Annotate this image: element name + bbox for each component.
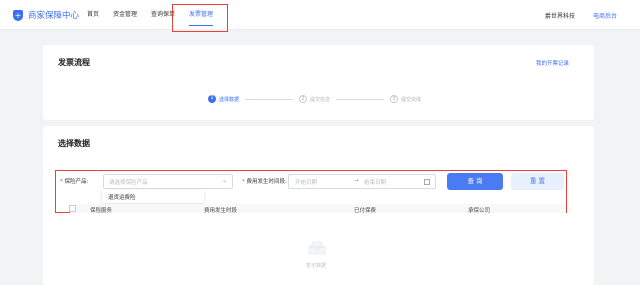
- step-1: 1 选择数据: [208, 95, 239, 103]
- column-insurance-service: 保险服务: [90, 208, 113, 214]
- query-button[interactable]: 查 询: [447, 173, 503, 190]
- step-3-number: 3: [390, 95, 399, 103]
- filter-area: * 保险产品: 请选择保险产品 ⌄ 退货运费险 * 费用发生时间段: 开始日期 …: [55, 170, 567, 214]
- product-label: * 保险产品:: [60, 179, 89, 185]
- step-2: 2 提交信息: [299, 95, 330, 103]
- shield-plus-icon: +: [13, 9, 23, 21]
- start-date-input[interactable]: 开始日期: [295, 178, 317, 186]
- empty-state-text: 暂无数据: [306, 263, 327, 269]
- column-paid-premium: 已付保费: [354, 208, 377, 214]
- dropdown-option[interactable]: 退货运费险: [108, 193, 136, 201]
- highlight-box-nav: [172, 4, 228, 32]
- column-insurer: 承保公司: [468, 208, 491, 214]
- top-navigation-bar: + 商家保障中心 首页 资金管理 查询保单 发票管理 爵世界科技 电商后台: [0, 0, 640, 30]
- select-all-checkbox[interactable]: [69, 205, 76, 212]
- nav-item-home[interactable]: 首页: [87, 0, 99, 30]
- step-2-number: 2: [299, 95, 308, 103]
- empty-inbox-icon: [308, 241, 326, 255]
- step-1-number: 1: [208, 95, 216, 103]
- reset-button[interactable]: 重 置: [511, 173, 564, 190]
- date-range-picker[interactable]: 开始日期 → 结束日期: [288, 174, 436, 189]
- invoice-records-link[interactable]: 我的开票记录: [536, 59, 569, 67]
- step-2-label: 提交信息: [310, 96, 331, 103]
- date-range-separator: →: [354, 178, 359, 184]
- step-connector: [336, 98, 385, 100]
- company-name[interactable]: 爵世界科技: [545, 11, 575, 20]
- product-select-placeholder: 请选择保险产品: [109, 180, 148, 186]
- ecommerce-backend-link[interactable]: 电商后台: [593, 11, 617, 20]
- nav-item-funds[interactable]: 资金管理: [113, 0, 137, 30]
- selection-title: 选择数据: [58, 139, 90, 148]
- flow-title: 发票流程: [58, 58, 90, 67]
- end-date-input[interactable]: 结束日期: [364, 178, 386, 186]
- chevron-down-icon: ⌄: [221, 177, 227, 184]
- column-fee-period: 费用发生时段: [204, 208, 238, 214]
- product-select[interactable]: 请选择保险产品 ⌄: [103, 174, 233, 189]
- steps: 1 选择数据 2 提交信息 3 提交完成: [208, 95, 421, 103]
- time-label: * 费用发生时间段:: [242, 179, 287, 185]
- logo-text: 商家保障中心: [28, 11, 80, 21]
- calendar-icon: [424, 179, 430, 185]
- logo[interactable]: + 商家保障中心: [13, 9, 79, 21]
- step-connector: [245, 98, 294, 100]
- table-header: 保险服务 费用发生时段 已付保费 承保公司: [69, 204, 566, 214]
- step-3-label: 提交完成: [401, 96, 422, 103]
- product-dropdown: 退货运费险: [102, 190, 204, 203]
- invoice-flow-card: 发票流程 我的开票记录 1 选择数据 2 提交信息 3 提交完成: [43, 45, 594, 120]
- step-1-label: 选择数据: [219, 96, 240, 103]
- step-3: 3 提交完成: [390, 95, 421, 103]
